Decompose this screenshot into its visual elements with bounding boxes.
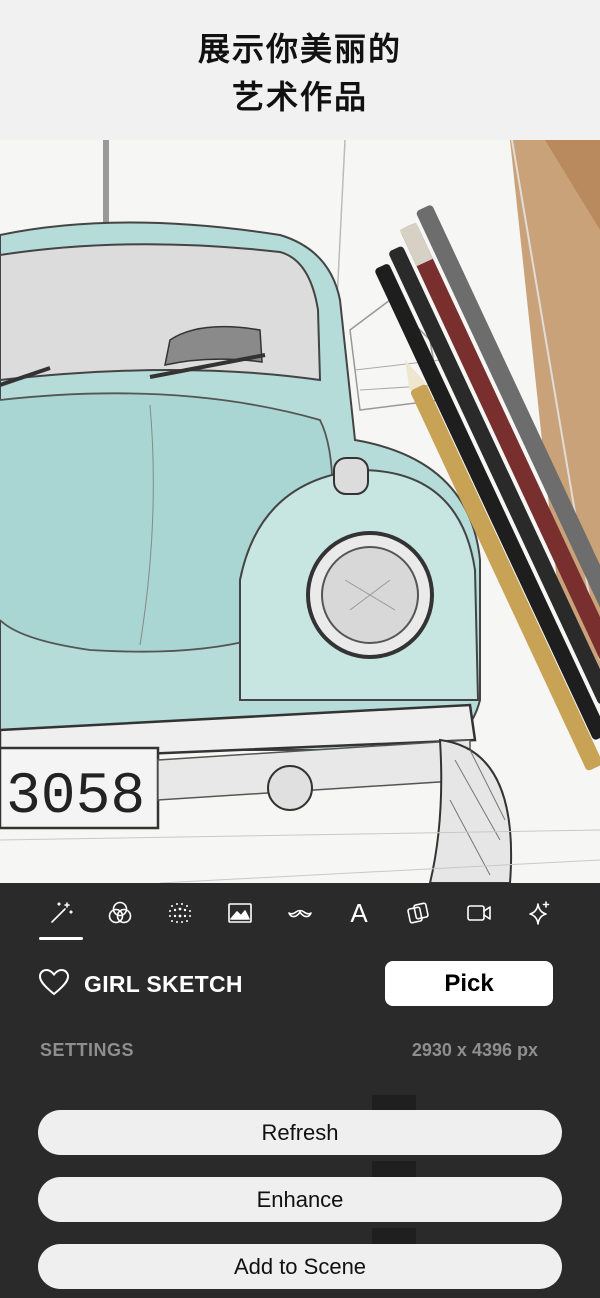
image-dimensions: 2930 x 4396 px: [411, 1040, 538, 1060]
headline-line-2: 艺术作品: [231, 78, 368, 116]
magic-wand-icon: [51, 902, 73, 923]
active-tool-indicator: [39, 937, 83, 940]
license-plate-text: 3058: [6, 765, 145, 830]
tool-sparkle[interactable]: [517, 895, 561, 931]
mustache-icon: [288, 909, 312, 918]
tool-mustache[interactable]: [278, 895, 322, 931]
pick-button[interactable]: Pick: [385, 961, 553, 1006]
add-to-scene-button[interactable]: Add to Scene: [38, 1244, 562, 1289]
artwork-preview: 3058: [0, 140, 600, 883]
headline-line-1: 展示你美丽的: [197, 30, 402, 68]
video-camera-icon: [467, 905, 491, 921]
tool-magic-wand[interactable]: [39, 895, 83, 931]
settings-label: SETTINGS: [40, 1040, 135, 1060]
tool-image[interactable]: [218, 895, 262, 931]
tool-video[interactable]: [457, 895, 501, 931]
car-sketch-illustration: 3058: [0, 140, 600, 883]
halftone-dots-icon: [169, 903, 191, 923]
header: 展示你美丽的 艺术作品: [0, 0, 600, 140]
tool-text[interactable]: A: [337, 895, 381, 931]
heart-icon: [38, 968, 70, 996]
image-icon: [228, 903, 252, 923]
favorite-button[interactable]: [38, 968, 72, 998]
tool-halftone[interactable]: [158, 895, 202, 931]
style-name: GIRL SKETCH: [84, 971, 243, 997]
tool-layers[interactable]: [397, 895, 441, 931]
layers-icon: [407, 902, 429, 924]
refresh-button[interactable]: Refresh: [38, 1110, 562, 1155]
editor-panel: A GIRL SKETCH Pick SETTINGS 2930 x 4396 …: [0, 883, 600, 1298]
tool-color-filter[interactable]: [98, 895, 142, 931]
sparkle-icon: [529, 901, 550, 925]
tool-bar: A: [0, 883, 600, 945]
text-icon: A: [350, 898, 368, 928]
enhance-button[interactable]: Enhance: [38, 1177, 562, 1222]
color-circles-icon: [108, 901, 132, 924]
